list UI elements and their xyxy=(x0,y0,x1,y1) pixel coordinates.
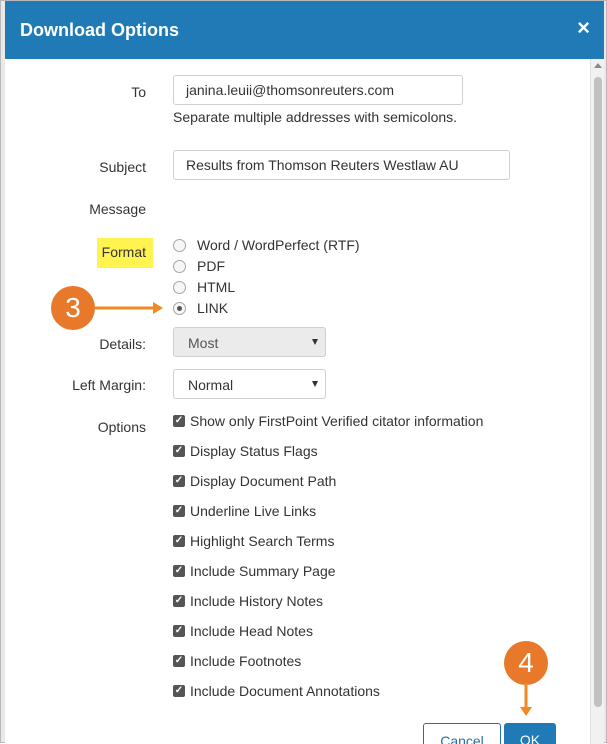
download-options-dialog: Download Options × To janina.leuii@thoms… xyxy=(5,1,604,744)
subject-field[interactable]: Results from Thomson Reuters Westlaw AU xyxy=(173,150,510,180)
option-label: Include Head Notes xyxy=(190,623,313,639)
checkbox-checked[interactable]: ✓ xyxy=(173,565,185,577)
scrollbar[interactable] xyxy=(590,59,604,744)
scroll-up-arrow-icon[interactable] xyxy=(594,63,602,68)
option-label: Include Document Annotations xyxy=(190,683,380,699)
dialog-title: Download Options xyxy=(20,20,179,40)
checkbox-checked[interactable]: ✓ xyxy=(173,595,185,607)
format-option-link[interactable]: LINK xyxy=(173,299,228,317)
checkbox-checked[interactable]: ✓ xyxy=(173,475,185,487)
option-history-notes[interactable]: ✓ Include History Notes xyxy=(173,592,323,610)
arrow-right-icon xyxy=(95,302,163,314)
option-document-path[interactable]: ✓ Display Document Path xyxy=(173,472,336,490)
option-label: Underline Live Links xyxy=(190,503,317,519)
format-option-label: LINK xyxy=(197,300,229,316)
option-label: Display Status Flags xyxy=(190,443,318,459)
option-footnotes[interactable]: ✓ Include Footnotes xyxy=(173,652,301,670)
option-label: Highlight Search Terms xyxy=(190,533,335,549)
radio-button-selected[interactable] xyxy=(173,301,186,315)
format-option-label: Word / WordPerfect (RTF) xyxy=(197,237,360,253)
format-option-rtf[interactable]: Word / WordPerfect (RTF) xyxy=(173,236,360,254)
option-label: Include History Notes xyxy=(190,593,324,609)
format-option-html[interactable]: HTML xyxy=(173,278,235,296)
details-select[interactable]: Most xyxy=(173,327,326,357)
chevron-down-icon xyxy=(312,381,318,387)
option-annotations[interactable]: ✓ Include Document Annotations xyxy=(173,682,380,700)
option-underline-links[interactable]: ✓ Underline Live Links xyxy=(173,502,316,520)
options-label: Options xyxy=(97,419,146,435)
radio-button[interactable] xyxy=(173,259,186,273)
cancel-button[interactable]: Cancel xyxy=(423,723,501,744)
format-option-label: HTML xyxy=(197,279,236,295)
subject-label: Subject xyxy=(99,159,146,175)
checkbox-checked[interactable]: ✓ xyxy=(173,625,185,637)
margin-select[interactable]: Normal xyxy=(173,369,326,399)
step-3-badge: 3 xyxy=(51,286,95,330)
scroll-thumb[interactable] xyxy=(594,77,602,707)
ok-button[interactable]: OK xyxy=(504,723,556,744)
checkbox-checked[interactable]: ✓ xyxy=(173,505,185,517)
option-summary-page[interactable]: ✓ Include Summary Page xyxy=(173,562,336,580)
option-firstpoint[interactable]: ✓ Show only FirstPoint Verified citator … xyxy=(173,412,483,430)
close-icon[interactable]: × xyxy=(577,17,590,39)
format-label: Format xyxy=(101,244,146,260)
to-hint: Separate multiple addresses with semicol… xyxy=(173,109,458,125)
margin-label: Left Margin: xyxy=(72,377,146,393)
details-value: Most xyxy=(188,335,219,351)
option-head-notes[interactable]: ✓ Include Head Notes xyxy=(173,622,313,640)
arrow-down-icon xyxy=(520,683,532,716)
format-option-pdf[interactable]: PDF xyxy=(173,257,225,275)
option-label: Display Document Path xyxy=(190,473,337,489)
option-label: Show only FirstPoint Verified citator in… xyxy=(190,413,484,429)
radio-button[interactable] xyxy=(173,238,186,252)
step-4-badge: 4 xyxy=(504,641,548,685)
checkbox-checked[interactable]: ✓ xyxy=(173,535,185,547)
option-label: Include Footnotes xyxy=(190,653,302,669)
checkbox-checked[interactable]: ✓ xyxy=(173,415,185,427)
option-label: Include Summary Page xyxy=(190,563,336,579)
checkbox-checked[interactable]: ✓ xyxy=(173,655,185,667)
message-label: Message xyxy=(89,201,146,217)
to-field[interactable]: janina.leuii@thomsonreuters.com xyxy=(173,75,463,105)
option-highlight-terms[interactable]: ✓ Highlight Search Terms xyxy=(173,532,334,550)
checkbox-checked[interactable]: ✓ xyxy=(173,445,185,457)
option-status-flags[interactable]: ✓ Display Status Flags xyxy=(173,442,318,460)
radio-button[interactable] xyxy=(173,280,186,294)
dialog-titlebar: Download Options × xyxy=(5,1,604,59)
format-option-label: PDF xyxy=(197,258,225,274)
window-frame: Download Options × To janina.leuii@thoms… xyxy=(0,0,607,744)
checkbox-checked[interactable]: ✓ xyxy=(173,685,185,697)
margin-value: Normal xyxy=(188,377,234,393)
details-label: Details: xyxy=(99,336,146,352)
chevron-down-icon xyxy=(312,339,318,345)
to-label: To xyxy=(131,84,146,100)
